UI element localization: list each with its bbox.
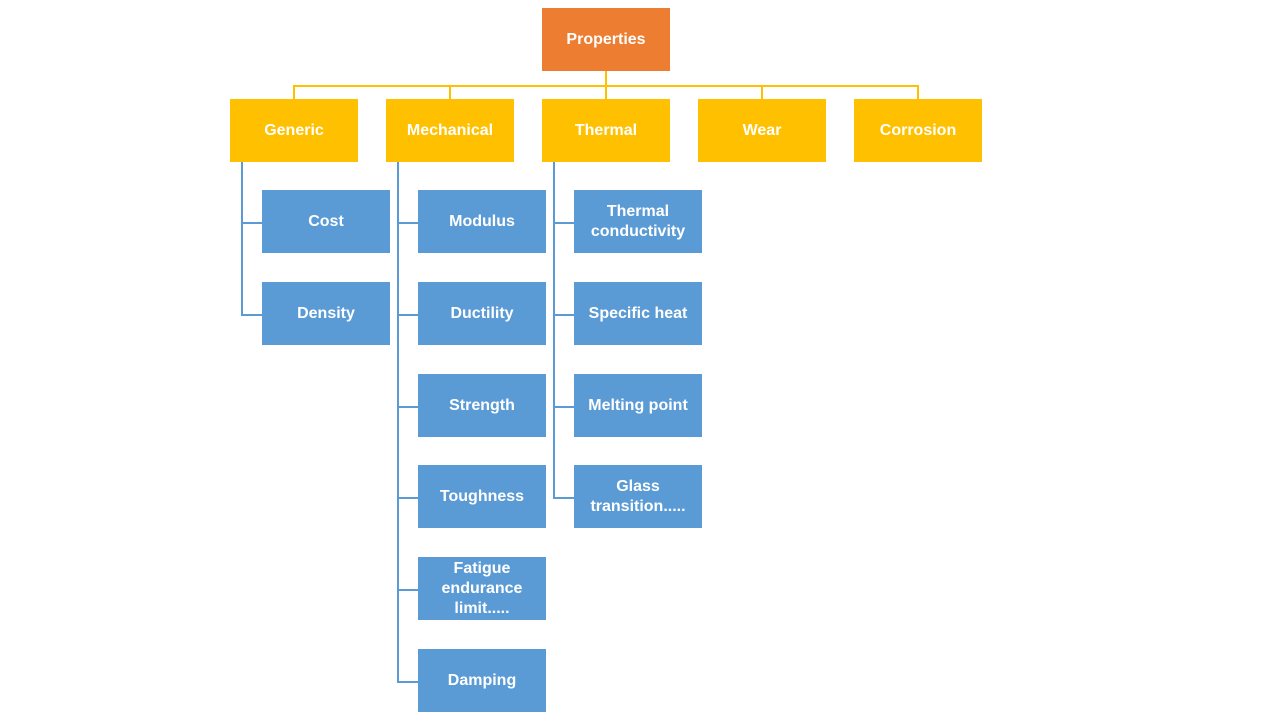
category-node-wear[interactable]: Wear xyxy=(698,99,826,162)
leaf-node-glass-transition[interactable]: Glass transition..... xyxy=(574,465,702,528)
branch-to-ductility xyxy=(397,314,418,316)
branch-to-toughness xyxy=(397,497,418,499)
branch-to-specific-heat xyxy=(553,314,574,316)
leaf-node-specific-heat[interactable]: Specific heat xyxy=(574,282,702,345)
root-to-bus-connector xyxy=(605,71,607,86)
connector-to-generic xyxy=(293,85,295,99)
trunk-mechanical xyxy=(397,162,399,683)
leaf-node-fatigue-endurance-limit[interactable]: Fatigue endurance limit..... xyxy=(418,557,546,620)
leaf-node-ductility[interactable]: Ductility xyxy=(418,282,546,345)
trunk-thermal xyxy=(553,162,555,499)
connector-to-wear xyxy=(761,85,763,99)
leaf-node-modulus[interactable]: Modulus xyxy=(418,190,546,253)
branch-to-strength xyxy=(397,406,418,408)
category-node-corrosion[interactable]: Corrosion xyxy=(854,99,982,162)
branch-to-melting-point xyxy=(553,406,574,408)
category-node-thermal[interactable]: Thermal xyxy=(542,99,670,162)
branch-to-thermal-conductivity xyxy=(553,222,574,224)
leaf-node-damping[interactable]: Damping xyxy=(418,649,546,712)
trunk-generic xyxy=(241,162,243,316)
properties-hierarchy-diagram: Properties Generic Mechanical Thermal Wear C… xyxy=(0,0,1280,720)
category-node-mechanical[interactable]: Mechanical xyxy=(386,99,514,162)
leaf-node-melting-point[interactable]: Melting point xyxy=(574,374,702,437)
root-node-properties[interactable]: Properties xyxy=(542,8,670,71)
branch-to-damping xyxy=(397,681,418,683)
leaf-node-density[interactable]: Density xyxy=(262,282,390,345)
connector-to-corrosion xyxy=(917,85,919,99)
leaf-node-cost[interactable]: Cost xyxy=(262,190,390,253)
branch-to-glass-transition xyxy=(553,497,574,499)
leaf-node-thermal-conductivity[interactable]: Thermal conductivity xyxy=(574,190,702,253)
branch-to-modulus xyxy=(397,222,418,224)
branch-to-density xyxy=(241,314,262,316)
leaf-node-strength[interactable]: Strength xyxy=(418,374,546,437)
leaf-node-toughness[interactable]: Toughness xyxy=(418,465,546,528)
connector-to-mechanical xyxy=(449,85,451,99)
category-node-generic[interactable]: Generic xyxy=(230,99,358,162)
connector-to-thermal xyxy=(605,85,607,99)
branch-to-fatigue-endurance-limit xyxy=(397,589,418,591)
branch-to-cost xyxy=(241,222,262,224)
